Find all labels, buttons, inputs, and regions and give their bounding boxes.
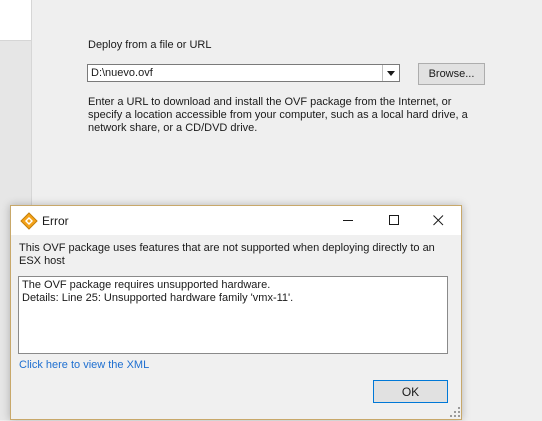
error-message-line: ESX host [19,255,65,267]
close-icon [433,215,444,226]
close-button[interactable] [415,206,461,235]
error-details-textbox[interactable]: The OVF package requires unsupported har… [18,276,448,354]
error-message: This OVF package uses features that are … [19,242,449,268]
error-message-line: This OVF package uses features that are … [19,242,435,254]
error-details-line: The OVF package requires unsupported har… [22,279,271,291]
help-text-line: specify a location accessible from your … [88,109,468,121]
error-dialog: Error This OVF package uses features tha… [10,205,462,420]
chevron-down-icon[interactable] [382,65,399,81]
dialog-titlebar[interactable]: Error [11,206,461,235]
maximize-button[interactable] [371,206,417,235]
view-xml-link[interactable]: Click here to view the XML [19,359,149,371]
maximize-icon [389,215,399,225]
ovf-help-text: Enter a URL to download and install the … [88,96,488,135]
ovf-source-value[interactable]: D:\nuevo.ovf [91,67,153,79]
help-text-line: network share, or a CD/DVD drive. [88,122,258,134]
ovf-source-combobox[interactable]: D:\nuevo.ovf [87,64,400,82]
vsphere-logo-icon [20,212,38,230]
help-text-line: Enter a URL to download and install the … [88,96,452,108]
browse-button[interactable]: Browse... [418,63,485,85]
ok-button[interactable]: OK [373,380,448,403]
minimize-icon [343,220,353,221]
dialog-title: Error [42,214,69,228]
deploy-source-label: Deploy from a file or URL [88,39,212,51]
resize-grip-icon[interactable] [449,406,461,418]
wizard-nav-block [0,0,31,41]
error-details-line: Details: Line 25: Unsupported hardware f… [22,292,294,304]
minimize-button[interactable] [325,206,371,235]
